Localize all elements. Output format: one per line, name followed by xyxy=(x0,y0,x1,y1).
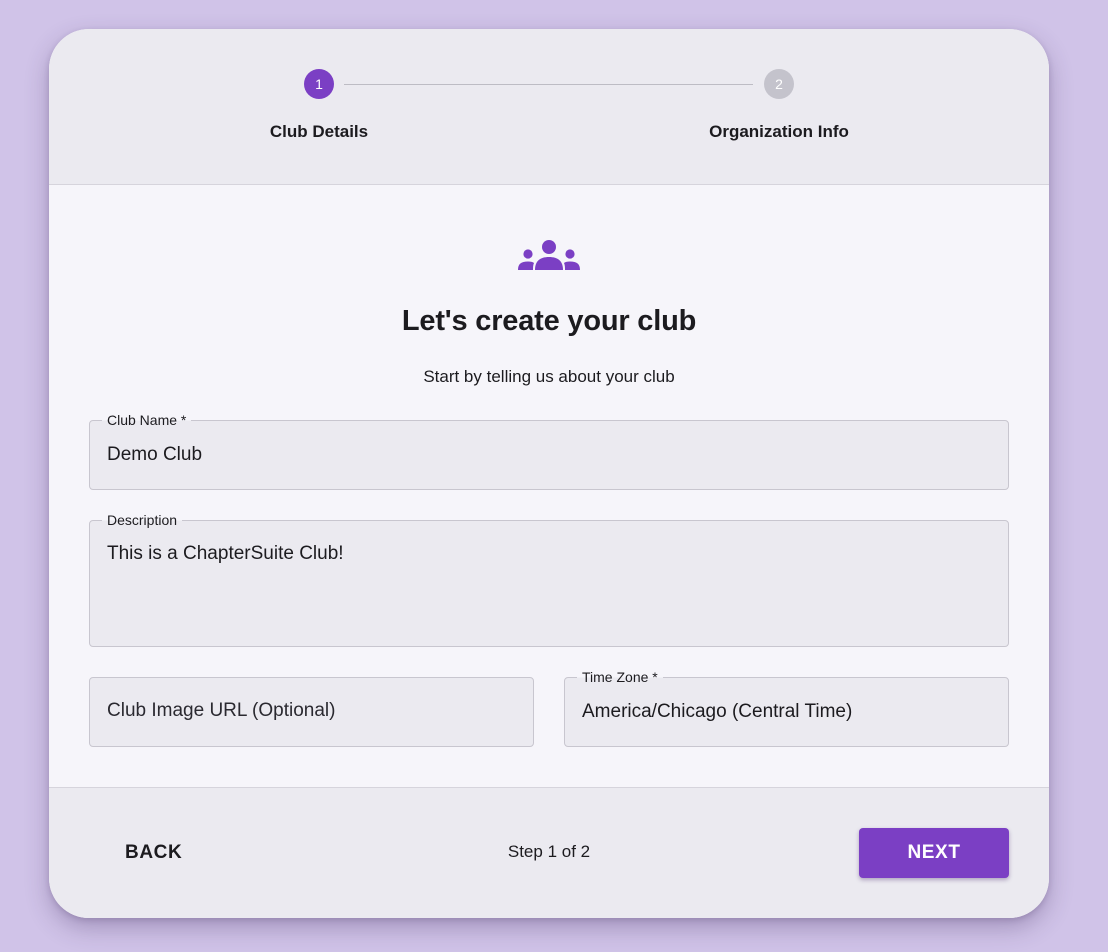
description-field[interactable]: Description This is a ChapterSuite Club! xyxy=(89,511,1009,647)
next-button[interactable]: NEXT xyxy=(859,828,1009,878)
club-image-url-placeholder: Club Image URL (Optional) xyxy=(107,700,336,721)
time-zone-value: America/Chicago (Central Time) xyxy=(582,701,853,722)
page-subtitle: Start by telling us about your club xyxy=(423,367,675,386)
step-1-indicator: 1 xyxy=(304,69,334,99)
step-2-indicator: 2 xyxy=(764,69,794,99)
time-zone-label: Time Zone * xyxy=(577,668,663,686)
step-1-label: Club Details xyxy=(269,122,369,141)
club-name-label: Club Name * xyxy=(102,411,192,429)
description-label: Description xyxy=(102,511,183,529)
groups-icon xyxy=(518,240,580,270)
stepper: 1 2 Club Details Organization Info xyxy=(49,29,1049,185)
page-title: Let's create your club xyxy=(401,305,697,337)
club-image-url-field[interactable]: Club Image URL (Optional) xyxy=(89,677,534,747)
club-name-field[interactable]: Club Name * Demo Club xyxy=(89,411,1009,490)
time-zone-field[interactable]: Time Zone * America/Chicago (Central Tim… xyxy=(564,668,1009,747)
club-name-value: Demo Club xyxy=(107,444,203,465)
description-value: This is a ChapterSuite Club! xyxy=(107,543,344,564)
step-2-label: Organization Info xyxy=(709,122,849,141)
wizard-footer: BACK Step 1 of 2 NEXT xyxy=(49,787,1049,918)
step-connector xyxy=(344,84,753,85)
create-club-card: 1 2 Club Details Organization Info Let's… xyxy=(49,29,1049,918)
